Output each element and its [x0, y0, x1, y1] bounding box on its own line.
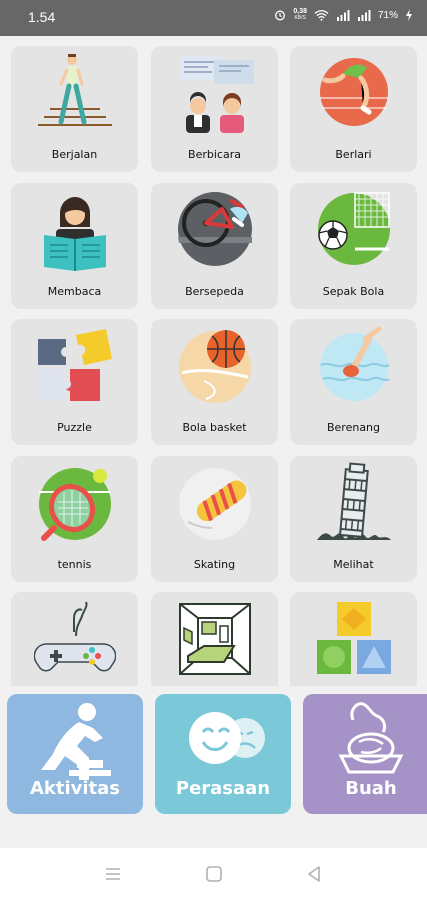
- home-icon[interactable]: [202, 862, 226, 886]
- card-label: Berlari: [335, 148, 372, 161]
- card-label: Puzzle: [57, 421, 92, 434]
- card-membaca[interactable]: Membaca: [11, 183, 138, 309]
- signal-icon: [336, 10, 350, 21]
- room-icon: [179, 603, 251, 675]
- skateboard-icon: [179, 468, 251, 540]
- net-speed-unit: KB/S: [294, 15, 306, 21]
- card-label: Bola basket: [182, 421, 247, 434]
- category-label: Aktivitas: [29, 778, 121, 799]
- category-bar: Aktivitas Perasaan Buah: [0, 686, 427, 848]
- reading-icon: [44, 197, 106, 271]
- kneeling-person-icon: [41, 703, 111, 780]
- category-aktivitas[interactable]: Aktivitas: [7, 694, 143, 814]
- card-label: Sepak Bola: [322, 285, 385, 298]
- card-berlari[interactable]: Berlari: [290, 46, 417, 172]
- soccer-icon: [318, 192, 390, 265]
- card-label: Berbicara: [188, 148, 241, 161]
- back-icon[interactable]: [302, 862, 326, 886]
- menu-icon[interactable]: [101, 862, 125, 886]
- wifi-icon: [314, 10, 329, 21]
- card-room[interactable]: [151, 592, 278, 686]
- talking-icon: [180, 56, 254, 133]
- bicycle-icon: [178, 192, 252, 266]
- tennis-icon: [39, 468, 111, 541]
- card-blocks[interactable]: [290, 592, 417, 686]
- card-bersepeda[interactable]: Bersepeda: [151, 183, 278, 309]
- fruit-bowl-icon: [338, 702, 404, 774]
- category-perasaan[interactable]: Perasaan: [155, 694, 291, 814]
- card-berjalan[interactable]: Berjalan: [11, 46, 138, 172]
- faces-icon: [189, 712, 265, 764]
- blocks-icon: [317, 602, 391, 674]
- tower-icon: [317, 462, 391, 540]
- category-label: Buah: [345, 778, 397, 799]
- running-icon: [320, 58, 388, 126]
- card-label: Skating: [193, 558, 236, 571]
- card-melihat[interactable]: Melihat: [290, 456, 417, 582]
- alarm-icon: [275, 10, 286, 21]
- navigation-bar: [0, 848, 427, 900]
- card-tennis[interactable]: tennis: [11, 456, 138, 582]
- card-label: Membaca: [47, 285, 102, 298]
- card-label: Berjalan: [51, 148, 98, 161]
- status-time: 1.54: [28, 9, 56, 25]
- charging-icon: [406, 9, 412, 21]
- card-label: tennis: [57, 558, 92, 571]
- walking-icon: [38, 54, 112, 126]
- signal-icon-2: [357, 10, 371, 21]
- card-berenang[interactable]: Berenang: [290, 319, 417, 445]
- card-skating[interactable]: Skating: [151, 456, 278, 582]
- card-label: Bersepeda: [185, 285, 244, 298]
- category-buah[interactable]: Buah: [303, 694, 427, 814]
- card-berbicara[interactable]: Berbicara: [151, 46, 278, 172]
- puzzle-icon: [38, 329, 112, 401]
- net-speed: 0,38 KB/S: [293, 8, 307, 22]
- gamepad-icon: [34, 601, 116, 672]
- battery-text: 71%: [377, 9, 398, 21]
- category-label: Perasaan: [175, 778, 271, 799]
- card-label: Melihat: [333, 558, 374, 571]
- card-puzzle[interactable]: Puzzle: [11, 319, 138, 445]
- card-gamepad[interactable]: [11, 592, 138, 686]
- basketball-icon: [179, 330, 251, 403]
- card-label: Berenang: [326, 421, 381, 434]
- net-speed-value: 0,38: [293, 8, 307, 15]
- status-bar: 1.54 0,38 KB/S 71%: [0, 0, 427, 36]
- status-icons: 0,38 KB/S 71%: [274, 8, 413, 22]
- card-bola-basket[interactable]: Bola basket: [151, 319, 278, 445]
- card-sepak-bola[interactable]: Sepak Bola: [290, 183, 417, 309]
- swimming-icon: [320, 326, 390, 401]
- activity-grid: Berjalan Berbicara Berlari Membaca Berse…: [0, 36, 427, 686]
